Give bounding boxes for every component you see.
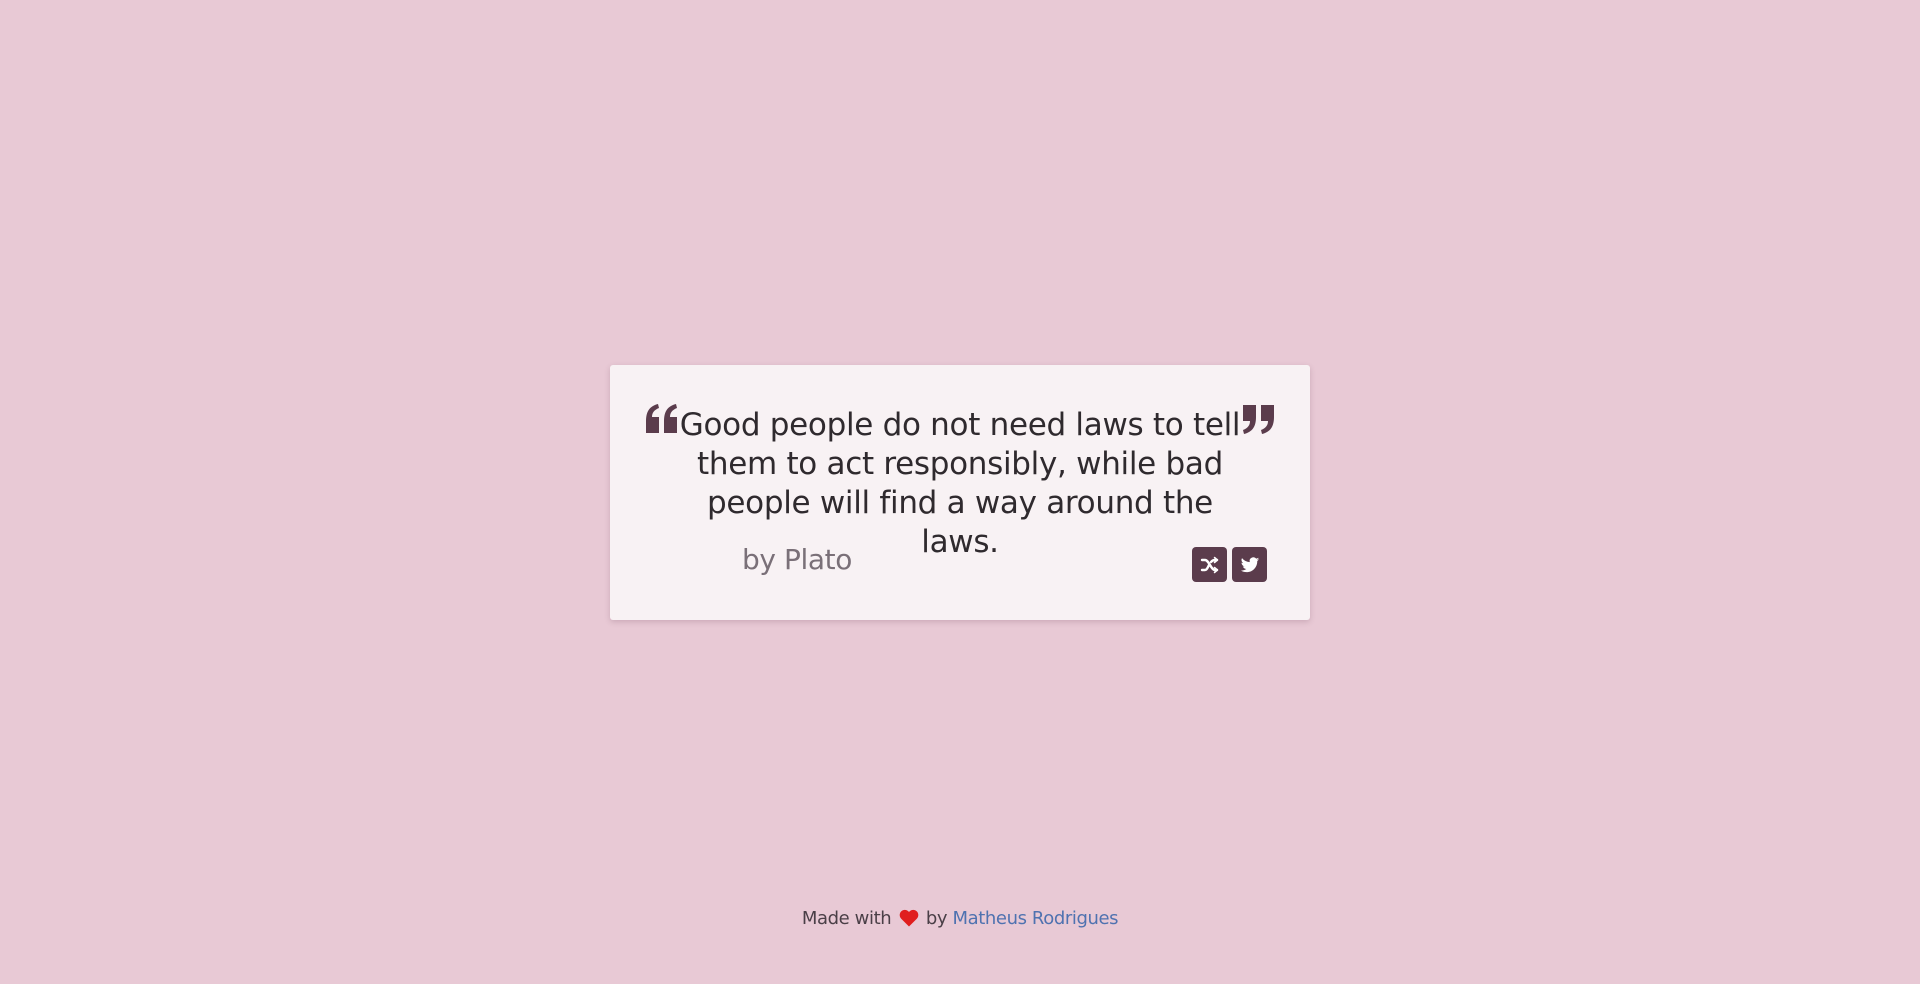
footer: Made with by Matheus Rodrigues [0,908,1920,929]
new-quote-button[interactable] [1192,547,1227,582]
twitter-icon [1240,555,1260,575]
random-icon [1200,555,1220,575]
heart-icon [899,909,919,927]
quote-text: Good people do not need laws to tell the… [679,407,1241,560]
quote-card: Good people do not need laws to tell the… [610,365,1310,620]
footer-by: by [925,908,948,929]
author-link[interactable]: Matheus Rodrigues [953,908,1119,929]
footer-made-with: Made with [801,908,892,929]
tweet-button[interactable] [1232,547,1267,582]
quote-author: by Plato [742,543,852,576]
